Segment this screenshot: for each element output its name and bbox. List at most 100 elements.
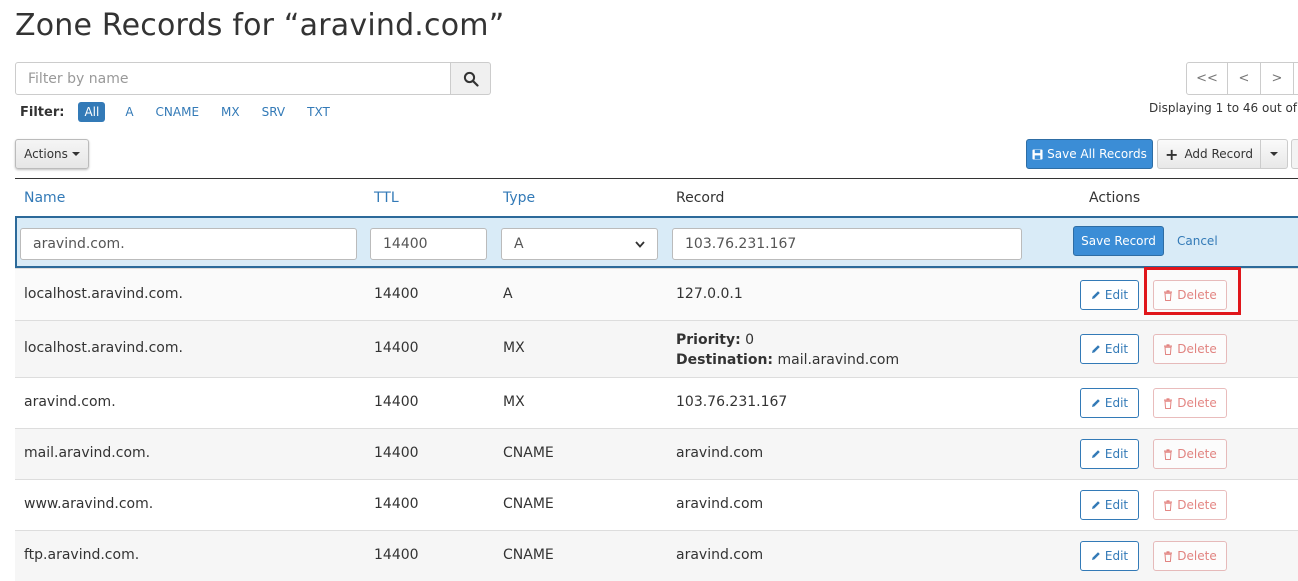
pagination: << < > <box>1186 62 1298 95</box>
filter-mx[interactable]: MX <box>221 105 240 119</box>
table-row: mail.aravind.com. 14400 CNAME aravind.co… <box>15 428 1298 479</box>
record-value: 127.0.0.1 <box>676 286 743 302</box>
add-record-button[interactable]: + Add Record <box>1158 140 1261 168</box>
display-count: Displaying 1 to 46 out of 46 <box>1149 101 1298 115</box>
edit-button[interactable]: Edit <box>1080 334 1139 364</box>
edit-button[interactable]: Edit <box>1080 280 1139 310</box>
record-ttl: 14400 <box>374 445 419 461</box>
add-record-label: Add Record <box>1184 147 1253 161</box>
header-type[interactable]: Type <box>503 190 535 206</box>
caret-down-icon <box>1270 152 1278 156</box>
search-icon <box>463 71 479 87</box>
type-select-value: A <box>514 236 524 252</box>
filter-all[interactable]: All <box>78 102 106 122</box>
delete-button[interactable]: Delete <box>1153 334 1227 364</box>
pencil-icon <box>1091 399 1100 407</box>
delete-button[interactable]: Delete <box>1153 541 1227 571</box>
record-type: MX <box>503 394 525 410</box>
next-page-button[interactable]: > <box>1260 62 1294 95</box>
delete-button[interactable]: Delete <box>1153 388 1227 418</box>
delete-button[interactable]: Delete <box>1153 439 1227 469</box>
ttl-input[interactable] <box>370 228 487 260</box>
edit-label: Edit <box>1104 342 1129 356</box>
caret-down-icon <box>71 152 80 156</box>
table-row: localhost.aravind.com. 14400 MX Priority… <box>15 320 1298 377</box>
priority-label: Priority: <box>676 332 741 348</box>
record-name: aravind.com. <box>24 394 116 410</box>
record-type: CNAME <box>503 547 554 563</box>
edit-label: Edit <box>1104 447 1129 461</box>
record-value: Priority: 0 Destination: mail.aravind.co… <box>676 330 899 370</box>
add-record-button-group: + Add Record <box>1157 139 1288 169</box>
record-input[interactable] <box>672 228 1022 260</box>
record-value: aravind.com <box>676 496 764 512</box>
delete-label: Delete <box>1177 447 1217 461</box>
record-value: aravind.com <box>676 445 764 461</box>
trash-icon <box>1164 397 1173 409</box>
record-type: CNAME <box>503 496 554 512</box>
filter-srv[interactable]: SRV <box>262 105 286 119</box>
save-all-records-button[interactable]: Save All Records <box>1026 139 1153 169</box>
filter-txt[interactable]: TXT <box>307 105 330 119</box>
save-all-label: Save All Records <box>1047 147 1147 161</box>
floppy-disk-icon <box>1032 148 1043 160</box>
edit-button[interactable]: Edit <box>1080 490 1139 520</box>
zone-records-table: Name TTL Type Record Actions <box>15 178 1298 217</box>
actions-label: Actions <box>24 147 68 161</box>
last-page-button[interactable] <box>1293 62 1298 95</box>
edit-label: Edit <box>1104 498 1129 512</box>
type-select[interactable]: A <box>501 228 658 260</box>
add-record-dropdown-toggle[interactable] <box>1261 140 1287 168</box>
record-name: ftp.aravind.com. <box>24 547 140 563</box>
trash-icon <box>1164 550 1173 562</box>
trash-icon <box>1164 343 1173 355</box>
trash-icon <box>1164 499 1173 511</box>
priority-line: Priority: 0 <box>676 330 899 350</box>
header-actions: Actions <box>1089 190 1141 206</box>
record-ttl: 14400 <box>374 286 419 302</box>
record-ttl: 14400 <box>374 496 419 512</box>
destination-value: mail.aravind.com <box>777 352 900 368</box>
pencil-icon <box>1091 501 1100 509</box>
delete-label: Delete <box>1177 288 1217 302</box>
delete-button[interactable]: Delete <box>1153 490 1227 520</box>
edit-button[interactable]: Edit <box>1080 541 1139 571</box>
table-row: ftp.aravind.com. 14400 CNAME aravind.com… <box>15 530 1298 581</box>
edit-label: Edit <box>1104 396 1129 410</box>
edit-button[interactable]: Edit <box>1080 388 1139 418</box>
record-ttl: 14400 <box>374 340 419 356</box>
more-button[interactable] <box>1291 139 1298 169</box>
edit-label: Edit <box>1104 549 1129 563</box>
header-name[interactable]: Name <box>24 190 65 206</box>
first-page-button[interactable]: << <box>1186 62 1228 95</box>
prev-page-button[interactable]: < <box>1227 62 1261 95</box>
record-ttl: 14400 <box>374 547 419 563</box>
destination-line: Destination: mail.aravind.com <box>676 350 899 370</box>
search-button[interactable] <box>451 62 491 95</box>
cancel-link[interactable]: Cancel <box>1177 234 1218 248</box>
edit-label: Edit <box>1104 288 1129 302</box>
header-ttl[interactable]: TTL <box>374 190 399 206</box>
trash-icon <box>1164 289 1173 301</box>
pencil-icon <box>1091 552 1100 560</box>
record-ttl: 14400 <box>374 394 419 410</box>
actions-dropdown-button[interactable]: Actions <box>15 139 89 169</box>
filter-bar: Filter: All A CNAME MX SRV TXT <box>20 101 352 123</box>
name-input[interactable] <box>20 228 357 260</box>
destination-label: Destination: <box>676 352 774 368</box>
record-type: A <box>503 286 513 302</box>
record-type: MX <box>503 340 525 356</box>
header-record: Record <box>676 190 725 206</box>
filter-a[interactable]: A <box>125 105 133 119</box>
record-name: mail.aravind.com. <box>24 445 151 461</box>
save-record-button[interactable]: Save Record <box>1073 226 1164 256</box>
record-name: localhost.aravind.com. <box>24 340 183 356</box>
trash-icon <box>1164 448 1173 460</box>
edit-record-row: A Save Record Cancel <box>15 216 1298 268</box>
table-row: localhost.aravind.com. 14400 A 127.0.0.1… <box>15 268 1298 320</box>
filter-cname[interactable]: CNAME <box>156 105 200 119</box>
delete-button[interactable]: Delete <box>1153 280 1227 310</box>
record-name: localhost.aravind.com. <box>24 286 183 302</box>
edit-button[interactable]: Edit <box>1080 439 1139 469</box>
search-input[interactable] <box>15 62 451 95</box>
